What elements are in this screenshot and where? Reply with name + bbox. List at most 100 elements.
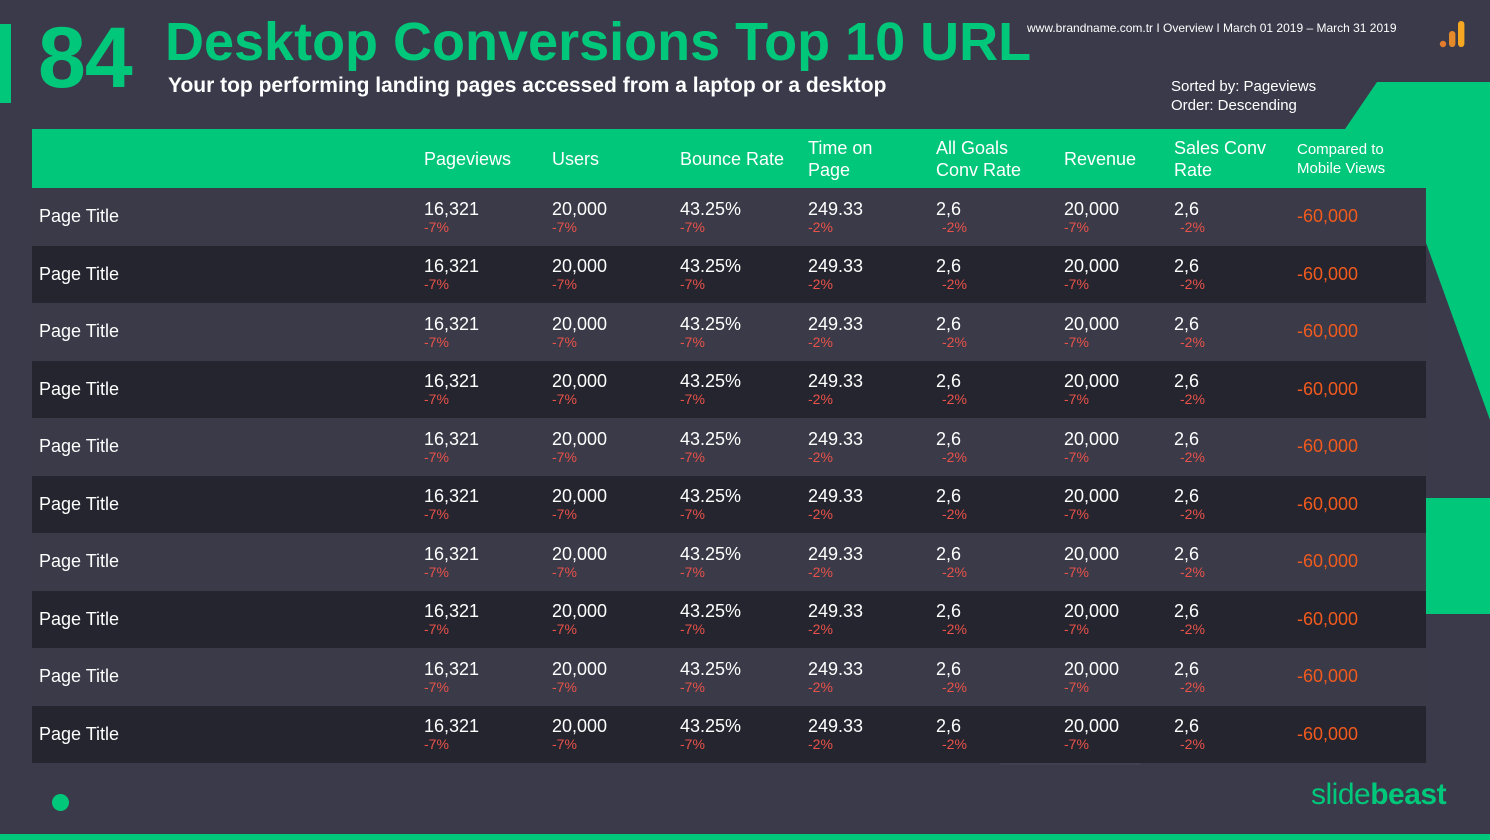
- users-value: 20,000: [552, 313, 608, 334]
- bounce-delta: -7%: [680, 736, 705, 753]
- users-cell: 20,000 -7%: [552, 716, 680, 752]
- table-row[interactable]: Page Title 16,321 -7% 20,000 -7% 43.25% -7% 249…: [32, 590, 1426, 648]
- users-delta: -7%: [552, 736, 577, 753]
- table-row[interactable]: Page Title 16,321 -7% 20,000 -7% 43.25% -7% 249…: [32, 475, 1426, 533]
- revenue-delta: -7%: [1064, 218, 1089, 235]
- time-value: 249.33: [808, 256, 864, 277]
- sales-delta: -2%: [1180, 736, 1205, 753]
- table-row[interactable]: Page Title 16,321 -7% 20,000 -7% 43.25% -7% 249…: [32, 418, 1426, 476]
- compared-to-mobile-value: -60,000: [1297, 666, 1359, 687]
- pageviews-delta: -7%: [424, 563, 449, 580]
- column-header-time-on-page[interactable]: Time on Page: [808, 137, 936, 181]
- pageviews-value: 16,321: [424, 716, 480, 737]
- time-delta: -2%: [808, 678, 833, 695]
- page-title-cell[interactable]: Page Title: [32, 321, 424, 342]
- users-value: 20,000: [552, 486, 608, 507]
- users-cell: 20,000 -7%: [552, 314, 680, 350]
- table-header: Pageviews Users Bounce Rate Time on Page …: [32, 129, 1426, 188]
- time-value: 249.33: [808, 198, 864, 219]
- page-subtitle: Your top performing landing pages access…: [168, 74, 887, 97]
- pageviews-value: 16,321: [424, 543, 480, 564]
- sales-value: 2,6: [1174, 601, 1200, 622]
- page-title-cell[interactable]: Page Title: [32, 494, 424, 515]
- column-header-compared-to-mobile[interactable]: Compared to Mobile Views: [1297, 140, 1424, 178]
- page-title-cell[interactable]: Page Title: [32, 264, 424, 285]
- revenue-cell: 20,000 -7%: [1064, 716, 1174, 752]
- bounce-delta: -7%: [680, 621, 705, 638]
- bounce-cell: 43.25% -7%: [680, 601, 808, 637]
- users-cell: 20,000 -7%: [552, 601, 680, 637]
- revenue-value: 20,000: [1064, 601, 1120, 622]
- column-header-users[interactable]: Users: [552, 148, 680, 170]
- pageviews-cell: 16,321 -7%: [424, 199, 552, 235]
- goals-value: 2,6: [936, 256, 962, 277]
- time-cell: 249.33 -2%: [808, 659, 936, 695]
- column-header-pageviews[interactable]: Pageviews: [424, 148, 552, 170]
- page-title-cell[interactable]: Page Title: [32, 724, 424, 745]
- time-cell: 249.33 -2%: [808, 314, 936, 350]
- goals-delta: -2%: [942, 391, 967, 408]
- revenue-value: 20,000: [1064, 658, 1120, 679]
- revenue-delta: -7%: [1064, 506, 1089, 523]
- table-row[interactable]: Page Title 16,321 -7% 20,000 -7% 43.25% -7% 249…: [32, 360, 1426, 418]
- slidebeast-logo: slidebeast: [1311, 778, 1447, 811]
- time-cell: 249.33 -2%: [808, 429, 936, 465]
- pageviews-delta: -7%: [424, 506, 449, 523]
- table-row[interactable]: Page Title 16,321 -7% 20,000 -7% 43.25% -7% 249…: [32, 303, 1426, 361]
- pageviews-cell: 16,321 -7%: [424, 544, 552, 580]
- column-header-all-goals-conv-rate[interactable]: All Goals Conv Rate: [936, 137, 1064, 181]
- table-row[interactable]: Page Title 16,321 -7% 20,000 -7% 43.25% -7% 249…: [32, 648, 1426, 706]
- compared-to-mobile-value: -60,000: [1297, 321, 1359, 342]
- page-title-cell[interactable]: Page Title: [32, 551, 424, 572]
- users-delta: -7%: [552, 218, 577, 235]
- page-title-cell[interactable]: Page Title: [32, 666, 424, 687]
- page-title-cell[interactable]: Page Title: [32, 206, 424, 227]
- column-header-bounce-rate[interactable]: Bounce Rate: [680, 148, 808, 170]
- page-title-cell[interactable]: Page Title: [32, 379, 424, 400]
- sales-delta: -2%: [1180, 563, 1205, 580]
- goals-cell: 2,6 -2%: [936, 544, 1064, 580]
- pageviews-value: 16,321: [424, 256, 480, 277]
- conversions-table: Pageviews Users Bounce Rate Time on Page …: [32, 129, 1426, 763]
- bounce-value: 43.25%: [680, 601, 742, 622]
- time-delta: -2%: [808, 218, 833, 235]
- analytics-bars-icon: [1439, 21, 1465, 48]
- goals-cell: 2,6 -2%: [936, 659, 1064, 695]
- time-delta: -2%: [808, 736, 833, 753]
- sales-value: 2,6: [1174, 371, 1200, 392]
- goals-value: 2,6: [936, 313, 962, 334]
- page-title-cell[interactable]: Page Title: [32, 436, 424, 457]
- time-value: 249.33: [808, 371, 864, 392]
- order-label: Order: Descending: [1171, 97, 1297, 114]
- users-value: 20,000: [552, 256, 608, 277]
- time-delta: -2%: [808, 621, 833, 638]
- sales-delta: -2%: [1180, 448, 1205, 465]
- column-header-revenue[interactable]: Revenue: [1064, 148, 1174, 170]
- column-header-sales-conv-rate[interactable]: Sales Conv Rate: [1174, 137, 1297, 181]
- table-row[interactable]: Page Title 16,321 -7% 20,000 -7% 43.25% -7% 249…: [32, 533, 1426, 591]
- bounce-delta: -7%: [680, 276, 705, 293]
- bounce-value: 43.25%: [680, 371, 742, 392]
- bounce-delta: -7%: [680, 448, 705, 465]
- page-title-cell[interactable]: Page Title: [32, 609, 424, 630]
- time-cell: 249.33 -2%: [808, 199, 936, 235]
- sales-cell: 2,6 -2%: [1174, 659, 1297, 695]
- table-row[interactable]: Page Title 16,321 -7% 20,000 -7% 43.25% -7% 249…: [32, 705, 1426, 763]
- time-value: 249.33: [808, 486, 864, 507]
- sales-value: 2,6: [1174, 658, 1200, 679]
- compared-to-mobile-value: -60,000: [1297, 551, 1359, 572]
- table-row[interactable]: Page Title 16,321 -7% 20,000 -7% 43.25% -7% 249…: [32, 188, 1426, 246]
- compared-to-mobile-value: -60,000: [1297, 608, 1359, 629]
- sales-cell: 2,6 -2%: [1174, 716, 1297, 752]
- users-cell: 20,000 -7%: [552, 256, 680, 292]
- time-cell: 249.33 -2%: [808, 371, 936, 407]
- pageviews-cell: 16,321 -7%: [424, 716, 552, 752]
- users-cell: 20,000 -7%: [552, 486, 680, 522]
- sales-delta: -2%: [1180, 621, 1205, 638]
- sales-delta: -2%: [1180, 218, 1205, 235]
- users-cell: 20,000 -7%: [552, 199, 680, 235]
- revenue-value: 20,000: [1064, 716, 1120, 737]
- table-row[interactable]: Page Title 16,321 -7% 20,000 -7% 43.25% -7% 249…: [32, 245, 1426, 303]
- time-delta: -2%: [808, 276, 833, 293]
- revenue-value: 20,000: [1064, 428, 1120, 449]
